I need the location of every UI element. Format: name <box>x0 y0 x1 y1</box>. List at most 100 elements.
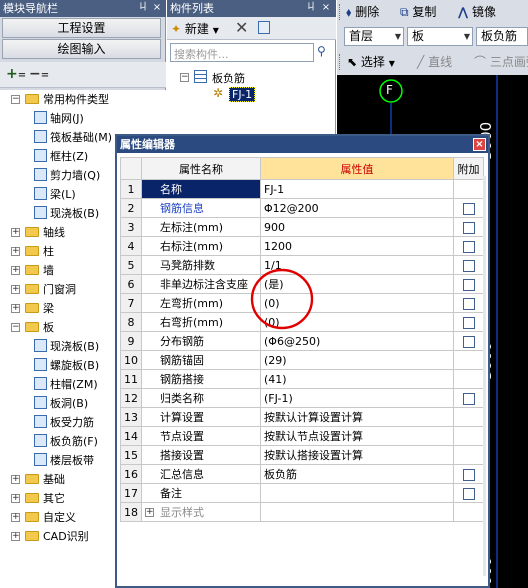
search-icon[interactable]: ⚲ <box>317 44 326 58</box>
drawing-input-button[interactable]: 绘图输入 <box>2 39 161 59</box>
attach-checkbox[interactable] <box>462 335 475 348</box>
attach-checkbox[interactable] <box>462 221 475 234</box>
property-row[interactable]: 1 名称 FJ-1 <box>120 179 484 199</box>
nav-tree-node[interactable]: 板洞(B) <box>34 394 88 413</box>
nav-tree-node[interactable]: 现浇板(B) <box>34 337 99 356</box>
property-value[interactable]: FJ-1 <box>260 179 454 199</box>
property-value[interactable] <box>260 502 454 522</box>
expand-all-icon[interactable]: += <box>6 66 26 82</box>
close-icon[interactable]: × <box>320 1 332 15</box>
type-select[interactable]: 板 ▼ <box>407 27 473 46</box>
property-row[interactable]: 18 + 显示样式 <box>120 502 484 522</box>
new-component-button[interactable]: ✦ 新建 ▼ <box>171 20 219 37</box>
attach-checkbox[interactable] <box>462 278 475 291</box>
nav-tree-node[interactable]: 螺旋板(B) <box>34 356 99 375</box>
property-row[interactable]: 2 钢筋信息 Φ12@200 <box>120 198 484 218</box>
delete-button[interactable]: ⬧ 删除 <box>346 3 379 20</box>
nav-tree-node[interactable]: + 自定义 <box>11 508 76 527</box>
attach-checkbox[interactable] <box>462 392 475 405</box>
nav-tree-node[interactable]: 轴网(J) <box>34 109 84 128</box>
component-select[interactable]: 板负筋 <box>476 27 528 46</box>
attach-checkbox[interactable] <box>462 259 475 272</box>
tree-collapse-toggle[interactable]: − <box>180 73 189 82</box>
nav-tree-node[interactable]: 梁(L) <box>34 185 76 204</box>
expand-toggle-icon[interactable]: + <box>11 228 20 237</box>
tree-item-fj1[interactable]: FJ-1 <box>229 87 256 102</box>
property-row[interactable]: 13 计算设置 按默认计算设置计算 <box>120 407 484 427</box>
property-row[interactable]: 12 归类名称 (FJ-1) <box>120 388 484 408</box>
property-row[interactable]: 9 分布钢筋 (Φ6@250) <box>120 331 484 351</box>
nav-tree-node[interactable]: + 门窗洞 <box>11 280 76 299</box>
property-value[interactable]: (Φ6@250) <box>260 331 454 351</box>
attach-checkbox[interactable] <box>462 297 475 310</box>
nav-tree-node[interactable]: + 墙 <box>11 261 54 280</box>
tree-root-label[interactable]: 板负筋 <box>212 70 245 86</box>
expand-toggle-icon[interactable]: + <box>11 285 20 294</box>
expand-toggle-icon[interactable]: + <box>11 304 20 313</box>
property-value[interactable]: 按默认节点设置计算 <box>260 426 454 446</box>
component-search-input[interactable]: 搜索构件... <box>170 43 314 62</box>
attach-checkbox[interactable] <box>462 468 475 481</box>
property-row[interactable]: 16 汇总信息 板负筋 <box>120 464 484 484</box>
property-value[interactable]: Φ12@200 <box>260 198 454 218</box>
nav-tree-node[interactable]: + 基础 <box>11 470 65 489</box>
project-settings-button[interactable]: 工程设置 <box>2 18 161 38</box>
property-value[interactable]: 按默认计算设置计算 <box>260 407 454 427</box>
property-value[interactable]: 900 <box>260 217 454 237</box>
expand-toggle-icon[interactable]: + <box>11 247 20 256</box>
expand-toggle-icon[interactable]: + <box>11 494 20 503</box>
pin-icon[interactable]: ㄐ <box>305 1 317 15</box>
nav-tree-node[interactable]: + 柱 <box>11 242 54 261</box>
delete-component-icon[interactable]: ✕ <box>235 18 248 37</box>
expand-toggle-icon[interactable]: + <box>11 532 20 541</box>
expand-toggle-icon[interactable]: + <box>11 475 20 484</box>
pin-icon[interactable]: ㄐ <box>137 1 149 15</box>
nav-tree-node[interactable]: 剪力墙(Q) <box>34 166 100 185</box>
select-button[interactable]: ⬉ 选择 ▼ <box>347 53 395 70</box>
property-value[interactable]: (29) <box>260 350 454 370</box>
expand-toggle-icon[interactable]: + <box>145 508 154 517</box>
nav-tree-node[interactable]: + 其它 <box>11 489 65 508</box>
property-value[interactable]: (41) <box>260 369 454 389</box>
nav-tree-node[interactable]: 框柱(Z) <box>34 147 88 166</box>
property-value[interactable]: 板负筋 <box>260 464 454 484</box>
property-row[interactable]: 3 左标注(mm) 900 <box>120 217 484 237</box>
nav-tree-node[interactable]: 柱帽(ZM) <box>34 375 98 394</box>
nav-tree-node[interactable]: 板受力筋 <box>34 413 94 432</box>
nav-tree-node[interactable]: − 常用构件类型 <box>11 90 109 109</box>
floor-select[interactable]: 首层 ▼ <box>344 27 404 46</box>
nav-tree-node[interactable]: 板负筋(F) <box>34 432 98 451</box>
close-icon[interactable]: × <box>473 138 486 151</box>
attach-checkbox[interactable] <box>462 487 475 500</box>
property-row[interactable]: 10 钢筋锚固 (29) <box>120 350 484 370</box>
nav-tree-node[interactable]: + CAD识别 <box>11 527 89 546</box>
collapse-all-icon[interactable]: −= <box>29 66 49 82</box>
line-button[interactable]: ╱ 直线 <box>417 53 452 70</box>
property-row[interactable]: 11 钢筋搭接 (41) <box>120 369 484 389</box>
nav-tree-node[interactable]: + 梁 <box>11 299 54 318</box>
nav-tree-node[interactable]: + 轴线 <box>11 223 65 242</box>
attach-checkbox[interactable] <box>462 202 475 215</box>
attach-checkbox[interactable] <box>462 240 475 253</box>
property-value[interactable]: 1200 <box>260 236 454 256</box>
property-value[interactable]: 按默认搭接设置计算 <box>260 445 454 465</box>
arc-button[interactable]: ⌒ 三点画弧 <box>474 53 528 70</box>
expand-toggle-icon[interactable]: + <box>11 266 20 275</box>
property-row[interactable]: 14 节点设置 按默认节点设置计算 <box>120 426 484 446</box>
collapse-toggle-icon[interactable]: − <box>11 323 20 332</box>
property-value[interactable]: (FJ-1) <box>260 388 454 408</box>
property-row[interactable]: 4 右标注(mm) 1200 <box>120 236 484 256</box>
nav-tree-node[interactable]: 筏板基础(M) <box>34 128 112 147</box>
copy-button[interactable]: ⧉ 复制 <box>400 3 436 20</box>
property-value[interactable] <box>260 483 454 503</box>
attach-checkbox[interactable] <box>462 316 475 329</box>
expand-toggle-icon[interactable]: + <box>11 513 20 522</box>
vertical-scrollbar[interactable] <box>483 176 486 576</box>
copy-component-icon[interactable] <box>258 21 270 34</box>
mirror-button[interactable]: ⋀ 镜像 <box>458 3 496 20</box>
close-icon[interactable]: × <box>151 1 163 15</box>
nav-tree-node[interactable]: 现浇板(B) <box>34 204 99 223</box>
collapse-toggle-icon[interactable]: − <box>11 95 20 104</box>
nav-tree-node[interactable]: − 板 <box>11 318 54 337</box>
nav-tree-node[interactable]: 楼层板带 <box>34 451 94 470</box>
